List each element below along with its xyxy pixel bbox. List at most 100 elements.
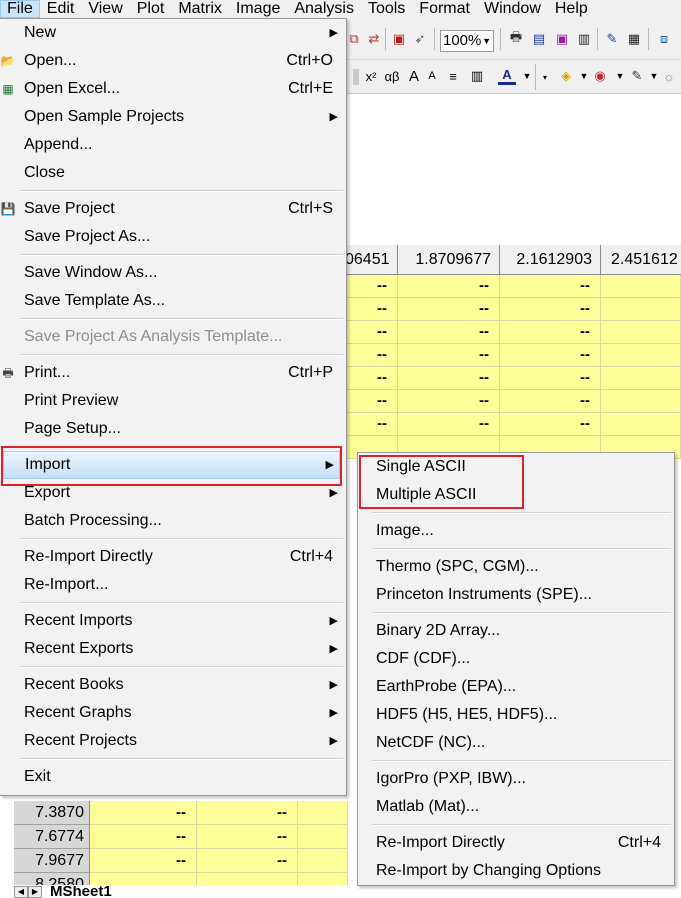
- table-cell[interactable]: --: [500, 275, 601, 298]
- table-cell[interactable]: [601, 321, 681, 344]
- pattern-color-icon[interactable]: ◉: [591, 68, 609, 84]
- menu-item-save-window-as[interactable]: Save Window As...: [0, 259, 346, 287]
- table-cell[interactable]: [601, 390, 681, 413]
- table-cell[interactable]: [601, 367, 681, 390]
- menu-item-save-project-as[interactable]: Save Project As...: [0, 223, 346, 251]
- brightness-icon[interactable]: ☼: [660, 68, 678, 84]
- menu-item-cdf[interactable]: CDF (CDF)...: [358, 645, 674, 673]
- export-image-icon[interactable]: ▣: [553, 31, 571, 47]
- table-cell[interactable]: --: [500, 321, 601, 344]
- table-cell[interactable]: [601, 298, 681, 321]
- menu-view[interactable]: View: [81, 0, 129, 18]
- increase-font-icon[interactable]: A: [405, 68, 423, 85]
- table-cell[interactable]: --: [345, 298, 398, 321]
- film-icon[interactable]: ▥: [575, 31, 593, 47]
- table-cell[interactable]: --: [500, 298, 601, 321]
- table-cell[interactable]: --: [345, 413, 398, 436]
- column-header[interactable]: 2.1612903: [500, 245, 601, 275]
- row-header[interactable]: 7.3870: [14, 801, 90, 825]
- table-cell[interactable]: --: [500, 413, 601, 436]
- table-cell[interactable]: --: [398, 298, 500, 321]
- menu-help[interactable]: Help: [548, 0, 595, 18]
- new-window-icon[interactable]: ▣: [390, 31, 408, 47]
- menu-item-open-excel[interactable]: ▦ Open Excel... Ctrl+E: [0, 75, 346, 103]
- table-cell[interactable]: --: [398, 321, 500, 344]
- menu-item-recent-graphs[interactable]: Recent Graphs ▶: [0, 699, 346, 727]
- table-cell[interactable]: --: [500, 344, 601, 367]
- tab-scroll-right-icon[interactable]: ▶: [28, 886, 42, 898]
- chevron-down-icon[interactable]: ▼: [611, 68, 629, 84]
- fill-color-icon[interactable]: ◈: [557, 68, 575, 84]
- table-cell[interactable]: --: [500, 367, 601, 390]
- print-icon[interactable]: 🖶: [507, 29, 525, 47]
- sheet-tab[interactable]: MSheet1: [42, 886, 112, 898]
- menu-format[interactable]: Format: [412, 0, 477, 18]
- refresh-icon[interactable]: ⇄: [365, 31, 383, 47]
- project-explorer-icon[interactable]: ⧈: [655, 31, 673, 47]
- chevron-down-icon[interactable]: ▼: [518, 68, 536, 84]
- menu-item-matlab[interactable]: Matlab (Mat)...: [358, 793, 674, 821]
- menu-item-netcdf[interactable]: NetCDF (NC)...: [358, 729, 674, 757]
- zoom-dropdown[interactable]: 100% ▼: [440, 30, 494, 52]
- table-cell[interactable]: --: [90, 801, 197, 825]
- table-cell[interactable]: --: [398, 344, 500, 367]
- table-cell[interactable]: --: [398, 275, 500, 298]
- table-cell[interactable]: [298, 873, 348, 885]
- menu-item-reimport[interactable]: Re-Import...: [0, 571, 346, 599]
- menu-item-igorpro[interactable]: IgorPro (PXP, IBW)...: [358, 765, 674, 793]
- menu-matrix[interactable]: Matrix: [171, 0, 229, 18]
- table-cell[interactable]: [601, 344, 681, 367]
- toolbar-overflow-icon[interactable]: ▾: [541, 64, 549, 90]
- row-header[interactable]: 8.2580: [14, 873, 90, 885]
- font-color-icon[interactable]: A: [498, 67, 516, 85]
- slideshow-icon[interactable]: ▤: [530, 31, 548, 47]
- menu-item-page-setup[interactable]: Page Setup...: [0, 415, 346, 443]
- table-cell[interactable]: [298, 825, 348, 849]
- table-cell[interactable]: --: [398, 367, 500, 390]
- column-header[interactable]: 06451: [345, 245, 398, 275]
- duplicate-icon[interactable]: ⧉: [345, 31, 363, 47]
- table-cell[interactable]: --: [90, 825, 197, 849]
- layout-icon[interactable]: ▦: [625, 31, 643, 47]
- menu-item-princeton[interactable]: Princeton Instruments (SPE)...: [358, 581, 674, 609]
- menu-item-reimport-directly[interactable]: Re-Import Directly Ctrl+4: [0, 543, 346, 571]
- menu-window[interactable]: Window: [477, 0, 548, 18]
- menu-item-append[interactable]: Append...: [0, 131, 346, 159]
- table-cell[interactable]: --: [345, 275, 398, 298]
- superscript-icon[interactable]: x²: [360, 68, 382, 84]
- row-header[interactable]: 7.6774: [14, 825, 90, 849]
- table-cell[interactable]: --: [398, 413, 500, 436]
- notes-icon[interactable]: ✎: [603, 31, 621, 47]
- table-cell[interactable]: --: [197, 825, 298, 849]
- menu-item-binary-2d[interactable]: Binary 2D Array...: [358, 617, 674, 645]
- table-cell[interactable]: --: [398, 390, 500, 413]
- menu-item-thermo[interactable]: Thermo (SPC, CGM)...: [358, 553, 674, 581]
- menu-item-open-sample[interactable]: Open Sample Projects ▶: [0, 103, 346, 131]
- column-header[interactable]: 2.451612: [601, 245, 681, 275]
- menu-item-recent-projects[interactable]: Recent Projects ▶: [0, 727, 346, 755]
- table-cell[interactable]: [197, 873, 298, 885]
- barcode-icon[interactable]: ▥: [468, 68, 486, 84]
- menu-item-hdf5[interactable]: HDF5 (H5, HE5, HDF5)...: [358, 701, 674, 729]
- table-cell[interactable]: [601, 413, 681, 436]
- menu-item-close[interactable]: Close: [0, 159, 346, 187]
- row-header[interactable]: 7.9677: [14, 849, 90, 873]
- table-cell[interactable]: --: [345, 321, 398, 344]
- menu-edit[interactable]: Edit: [40, 0, 82, 18]
- menu-item-open[interactable]: 📂 Open... Ctrl+O: [0, 47, 346, 75]
- menu-item-recent-books[interactable]: Recent Books ▶: [0, 671, 346, 699]
- table-cell[interactable]: [90, 873, 197, 885]
- table-cell[interactable]: --: [197, 849, 298, 873]
- menu-item-new[interactable]: New ▶: [0, 19, 346, 47]
- table-cell[interactable]: --: [345, 344, 398, 367]
- run-icon[interactable]: ➶: [411, 31, 429, 47]
- menu-item-print[interactable]: 🖶 Print... Ctrl+P: [0, 359, 346, 387]
- column-header[interactable]: 1.8709677: [398, 245, 500, 275]
- menu-image[interactable]: Image: [229, 0, 287, 18]
- menu-item-exit[interactable]: Exit: [0, 763, 346, 791]
- menu-item-image[interactable]: Image...: [358, 517, 674, 545]
- menu-item-save-template-as[interactable]: Save Template As...: [0, 287, 346, 315]
- table-cell[interactable]: --: [345, 390, 398, 413]
- decrease-font-icon[interactable]: A: [423, 68, 441, 84]
- menu-item-reimport-directly[interactable]: Re-Import Directly Ctrl+4: [358, 829, 674, 857]
